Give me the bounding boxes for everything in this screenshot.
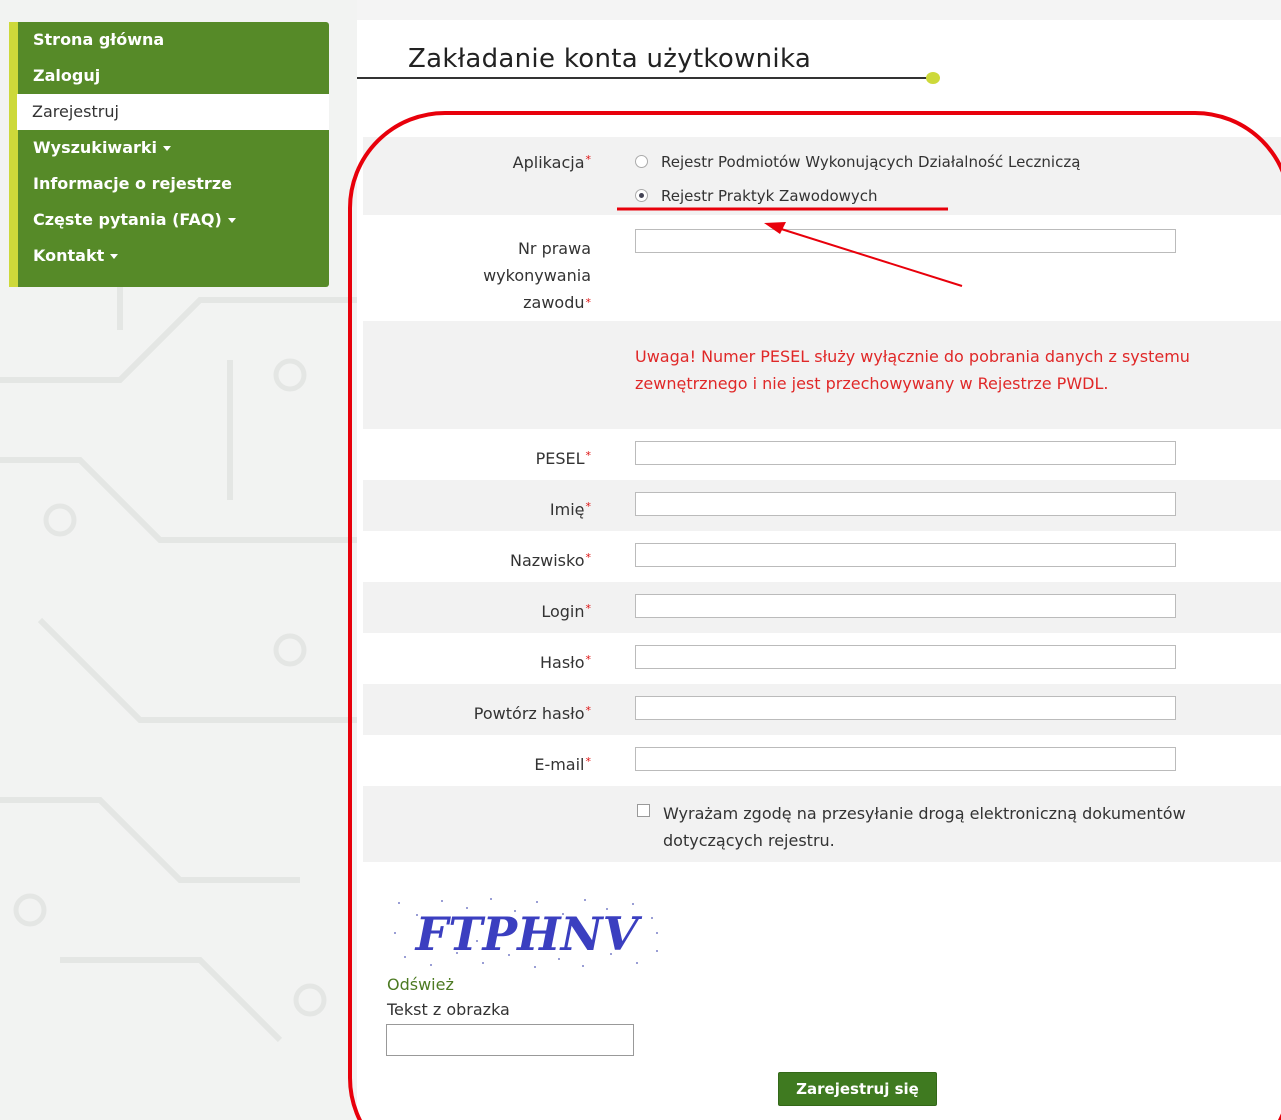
nav-login-label: Zaloguj: [33, 66, 101, 85]
radio-podmioty[interactable]: [635, 155, 648, 168]
nav-registry-info[interactable]: Informacje o rejestrze: [18, 166, 329, 202]
nav-faq[interactable]: Częste pytania (FAQ): [18, 202, 329, 238]
captcha-input-label: Tekst z obrazka: [387, 1000, 510, 1019]
captcha-input[interactable]: [386, 1024, 634, 1056]
last-name-row: Nazwisko*: [363, 531, 1281, 582]
nav-home-label: Strona główna: [33, 30, 165, 49]
nav-search-engines-label: Wyszukiwarki: [33, 138, 158, 157]
login-row: Login*: [363, 582, 1281, 633]
caret-down-icon: [227, 218, 236, 223]
password-label: Hasło*: [539, 653, 591, 672]
page-title: Zakładanie konta użytkownika: [408, 44, 812, 74]
first-name-row: Imię*: [363, 480, 1281, 531]
email-input[interactable]: [635, 747, 1176, 771]
pesel-row: PESEL*: [363, 429, 1281, 480]
password-repeat-label: Powtórz hasło*: [473, 704, 591, 723]
application-row: Aplikacja* Rejestr Podmiotów Wykonującyc…: [363, 137, 1281, 215]
consent-label: Wyrażam zgodę na przesyłanie drogą elekt…: [663, 804, 1186, 850]
title-underline: [357, 77, 932, 79]
header-strip: [357, 0, 1281, 20]
application-label: Aplikacja*: [512, 153, 591, 172]
sidebar-nav: Strona główna Zaloguj Zarejestruj Wyszuk…: [9, 22, 329, 287]
captcha-image: FTPHNV: [387, 893, 665, 973]
nav-contact-label: Kontakt: [33, 246, 105, 265]
first-name-label: Imię*: [549, 500, 591, 519]
password-row: Hasło*: [363, 633, 1281, 684]
captcha-text: FTPHNV: [414, 907, 643, 961]
license-number-row: Nr prawa wykonywania zawodu*: [363, 215, 1281, 321]
pesel-label: PESEL*: [535, 449, 591, 468]
nav-search-engines[interactable]: Wyszukiwarki: [18, 130, 329, 166]
captcha-refresh-link[interactable]: Odśwież: [387, 975, 454, 994]
login-input[interactable]: [635, 594, 1176, 618]
nav-register-label: Zarejestruj: [32, 102, 119, 121]
option-podmioty[interactable]: Rejestr Podmiotów Wykonujących Działalno…: [635, 153, 1080, 171]
email-label: E-mail*: [534, 755, 591, 774]
register-button[interactable]: Zarejestruj się: [778, 1072, 937, 1106]
radio-praktyki[interactable]: [635, 189, 648, 202]
consent-row: Wyrażam zgodę na przesyłanie drogą elekt…: [363, 786, 1281, 862]
title-accent-dot: [926, 72, 940, 84]
nav-faq-label: Częste pytania (FAQ): [33, 210, 222, 229]
pesel-warning: Uwaga! Numer PESEL służy wyłącznie do po…: [635, 347, 1190, 393]
license-number-input[interactable]: [635, 229, 1176, 253]
option-praktyki-label: Rejestr Praktyk Zawodowych: [661, 187, 878, 205]
option-praktyki[interactable]: Rejestr Praktyk Zawodowych: [635, 187, 878, 205]
nav-login[interactable]: Zaloguj: [18, 58, 329, 94]
first-name-input[interactable]: [635, 492, 1176, 516]
last-name-label: Nazwisko*: [509, 551, 591, 570]
caret-down-icon: [110, 254, 119, 259]
pesel-input[interactable]: [635, 441, 1176, 465]
password-repeat-row: Powtórz hasło*: [363, 684, 1281, 735]
password-input[interactable]: [635, 645, 1176, 669]
nav-register[interactable]: Zarejestruj: [17, 94, 329, 130]
last-name-input[interactable]: [635, 543, 1176, 567]
consent-checkbox[interactable]: [637, 804, 650, 817]
nav-registry-info-label: Informacje o rejestrze: [33, 174, 232, 193]
login-label: Login*: [541, 602, 591, 621]
caret-down-icon: [163, 146, 172, 151]
password-repeat-input[interactable]: [635, 696, 1176, 720]
nav-home[interactable]: Strona główna: [18, 22, 329, 58]
email-row: E-mail*: [363, 735, 1281, 786]
license-number-label: Nr prawa wykonywania zawodu*: [483, 239, 591, 312]
option-podmioty-label: Rejestr Podmiotów Wykonujących Działalno…: [661, 153, 1081, 171]
nav-contact[interactable]: Kontakt: [18, 238, 329, 274]
pesel-warning-row: Uwaga! Numer PESEL służy wyłącznie do po…: [363, 321, 1281, 429]
